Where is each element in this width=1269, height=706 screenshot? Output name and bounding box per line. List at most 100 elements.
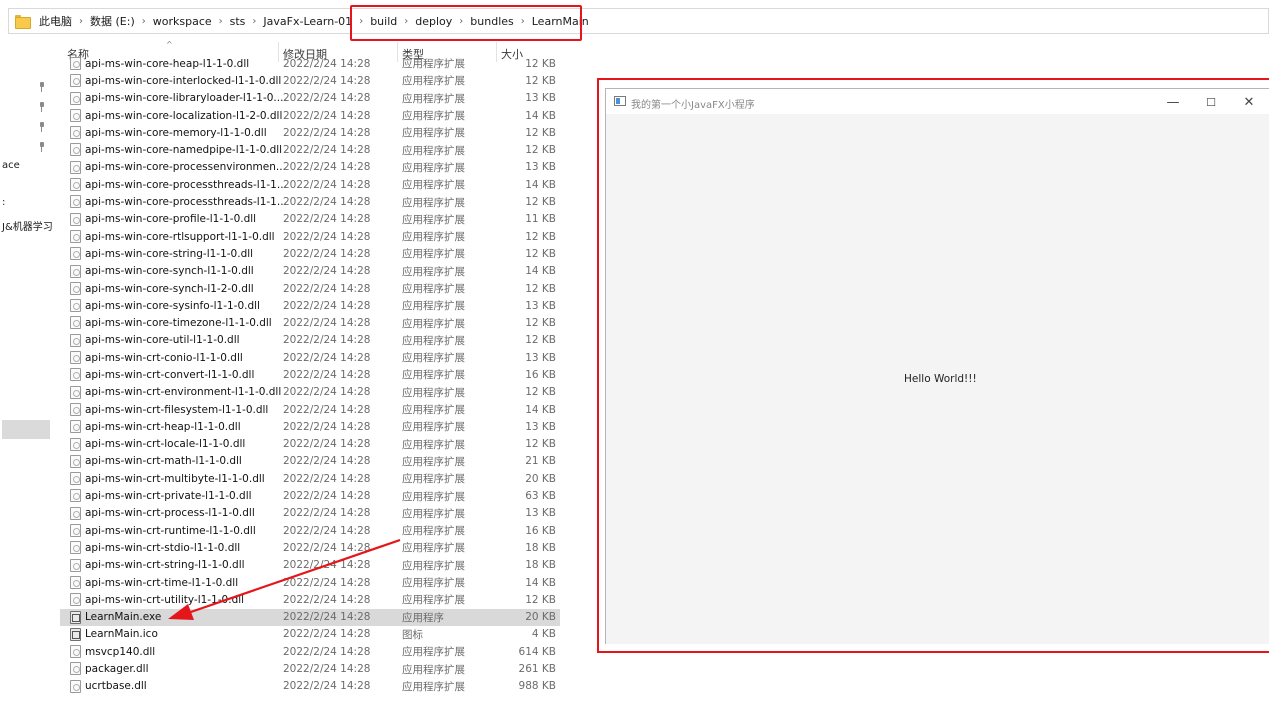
nav-item-label[interactable]: : bbox=[2, 197, 5, 208]
table-row[interactable]: api-ms-win-core-processthreads-l1-1... 20… bbox=[60, 176, 560, 193]
app-file-icon bbox=[70, 627, 81, 641]
table-row[interactable]: api-ms-win-core-namedpipe-l1-1-0.dll 2022… bbox=[60, 141, 560, 158]
file-date: 2022/2/24 14:28 bbox=[283, 161, 371, 174]
dll-file-icon bbox=[70, 472, 81, 486]
file-name: api-ms-win-core-synch-l1-1-0.dll bbox=[85, 265, 254, 278]
file-size: 16 KB bbox=[525, 524, 556, 537]
breadcrumb: 此电脑 › 数据 (E:) › workspace › sts › JavaFx-Learn-0… bbox=[39, 13, 589, 29]
table-row[interactable]: api-ms-win-crt-string-l1-1-0.dll 2022/2/2… bbox=[60, 557, 560, 574]
close-button[interactable]: ✕ bbox=[1234, 93, 1264, 111]
file-type: 应用程序扩展 bbox=[402, 490, 465, 503]
chevron-right-icon[interactable]: › bbox=[79, 16, 83, 27]
table-row[interactable]: packager.dll 2022/2/24 14:28 应用程序扩展 261 KB bbox=[60, 660, 560, 677]
file-date: 2022/2/24 14:28 bbox=[283, 472, 371, 485]
dll-file-icon bbox=[70, 178, 81, 192]
table-row[interactable]: api-ms-win-crt-runtime-l1-1-0.dll 2022/2/… bbox=[60, 522, 560, 539]
table-row[interactable]: api-ms-win-crt-heap-l1-1-0.dll 2022/2/24 … bbox=[60, 418, 560, 435]
table-row[interactable]: api-ms-win-core-util-l1-1-0.dll 2022/2/24… bbox=[60, 332, 560, 349]
table-row[interactable]: api-ms-win-core-sysinfo-l1-1-0.dll 2022/2… bbox=[60, 297, 560, 314]
chevron-right-icon[interactable]: › bbox=[219, 16, 223, 27]
file-size: 12 KB bbox=[525, 334, 556, 347]
minimize-button[interactable]: — bbox=[1158, 93, 1188, 111]
table-row[interactable]: api-ms-win-core-synch-l1-2-0.dll 2022/2/2… bbox=[60, 280, 560, 297]
table-row[interactable]: api-ms-win-core-heap-l1-1-0.dll 2022/2/24… bbox=[60, 55, 560, 72]
table-row[interactable]: api-ms-win-crt-locale-l1-1-0.dll 2022/2/2… bbox=[60, 436, 560, 453]
nav-item-label[interactable]: ace bbox=[2, 160, 20, 171]
file-name: api-ms-win-core-sysinfo-l1-1-0.dll bbox=[85, 299, 260, 312]
file-size: 14 KB bbox=[525, 403, 556, 416]
address-bar[interactable]: 此电脑 › 数据 (E:) › workspace › sts › JavaFx-Learn-0… bbox=[8, 8, 1269, 34]
chevron-right-icon[interactable]: › bbox=[359, 16, 363, 27]
file-name: api-ms-win-crt-filesystem-l1-1-0.dll bbox=[85, 403, 269, 416]
table-row[interactable]: api-ms-win-crt-utility-l1-1-0.dll 2022/2/… bbox=[60, 591, 560, 608]
table-row[interactable]: api-ms-win-core-synch-l1-1-0.dll 2022/2/2… bbox=[60, 263, 560, 280]
table-row[interactable]: api-ms-win-crt-multibyte-l1-1-0.dll 2022/… bbox=[60, 470, 560, 487]
file-date: 2022/2/24 14:28 bbox=[283, 507, 371, 520]
breadcrumb-item[interactable]: 数据 (E:) › bbox=[90, 13, 153, 29]
chevron-right-icon[interactable]: › bbox=[142, 16, 146, 27]
breadcrumb-item[interactable]: bundles › bbox=[470, 15, 531, 28]
file-date: 2022/2/24 14:28 bbox=[283, 213, 371, 226]
file-type: 应用程序扩展 bbox=[402, 196, 465, 209]
table-row[interactable]: api-ms-win-core-timezone-l1-1-0.dll 2022/… bbox=[60, 314, 560, 331]
dll-file-icon bbox=[70, 74, 81, 88]
table-row[interactable]: api-ms-win-crt-process-l1-1-0.dll 2022/2/… bbox=[60, 505, 560, 522]
file-name: api-ms-win-core-libraryloader-l1-1-0.... bbox=[85, 92, 287, 105]
table-row[interactable]: api-ms-win-core-libraryloader-l1-1-0....… bbox=[60, 90, 560, 107]
table-row[interactable]: api-ms-win-core-rtlsupport-l1-1-0.dll 202… bbox=[60, 228, 560, 245]
pin-icon[interactable] bbox=[38, 82, 46, 92]
chevron-right-icon[interactable]: › bbox=[459, 16, 463, 27]
breadcrumb-label: LearnMain bbox=[531, 14, 589, 28]
breadcrumb-item[interactable]: deploy › bbox=[415, 15, 470, 28]
table-row[interactable]: api-ms-win-crt-time-l1-1-0.dll 2022/2/24 … bbox=[60, 574, 560, 591]
file-type: 应用程序扩展 bbox=[402, 594, 465, 607]
chevron-right-icon[interactable]: › bbox=[521, 16, 525, 27]
table-row[interactable]: api-ms-win-crt-conio-l1-1-0.dll 2022/2/24… bbox=[60, 349, 560, 366]
file-type: 应用程序扩展 bbox=[402, 438, 465, 451]
pin-icon[interactable] bbox=[38, 102, 46, 112]
dll-file-icon bbox=[70, 506, 81, 520]
file-type: 应用程序扩展 bbox=[402, 352, 465, 365]
table-row[interactable]: api-ms-win-core-memory-l1-1-0.dll 2022/2/… bbox=[60, 124, 560, 141]
table-row[interactable]: api-ms-win-crt-convert-l1-1-0.dll 2022/2/… bbox=[60, 366, 560, 383]
table-row[interactable]: api-ms-win-crt-environment-l1-1-0.dll 202… bbox=[60, 384, 560, 401]
file-name: api-ms-win-core-util-l1-1-0.dll bbox=[85, 334, 240, 347]
table-row[interactable]: api-ms-win-crt-private-l1-1-0.dll 2022/2/… bbox=[60, 487, 560, 504]
breadcrumb-item[interactable]: build › bbox=[370, 15, 415, 28]
table-row[interactable]: LearnMain.ico 2022/2/24 14:28 图标 4 KB bbox=[60, 626, 560, 643]
breadcrumb-item[interactable]: LearnMain bbox=[532, 15, 589, 28]
window-titlebar[interactable]: 我的第一个小JavaFX小程序 — ☐ ✕ bbox=[606, 89, 1269, 114]
table-row[interactable]: api-ms-win-crt-filesystem-l1-1-0.dll 2022… bbox=[60, 401, 560, 418]
chevron-right-icon[interactable]: › bbox=[404, 16, 408, 27]
file-type: 应用程序扩展 bbox=[402, 334, 465, 347]
table-row[interactable]: api-ms-win-core-processthreads-l1-1... 20… bbox=[60, 193, 560, 210]
table-row[interactable]: api-ms-win-core-processenvironmen... 2022… bbox=[60, 159, 560, 176]
maximize-button[interactable]: ☐ bbox=[1196, 93, 1226, 111]
table-row[interactable]: api-ms-win-core-string-l1-1-0.dll 2022/2/… bbox=[60, 245, 560, 262]
file-name: api-ms-win-core-memory-l1-1-0.dll bbox=[85, 126, 267, 139]
breadcrumb-item[interactable]: 此电脑 › bbox=[39, 13, 90, 29]
file-size: 614 KB bbox=[518, 645, 556, 658]
file-name: LearnMain.ico bbox=[85, 628, 158, 641]
chevron-right-icon[interactable]: › bbox=[252, 16, 256, 27]
breadcrumb-item[interactable]: JavaFx-Learn-01 › bbox=[263, 15, 370, 28]
table-row[interactable]: api-ms-win-core-interlocked-l1-1-0.dll 20… bbox=[60, 72, 560, 89]
file-date: 2022/2/24 14:28 bbox=[283, 593, 371, 606]
breadcrumb-item[interactable]: sts › bbox=[230, 15, 264, 28]
table-row[interactable]: ucrtbase.dll 2022/2/24 14:28 应用程序扩展 988 KB bbox=[60, 678, 560, 695]
breadcrumb-label: deploy bbox=[415, 14, 453, 28]
nav-item-selected[interactable] bbox=[2, 420, 50, 439]
file-name: LearnMain.exe bbox=[85, 611, 162, 624]
nav-item-label[interactable]: J&机器学习 bbox=[2, 218, 52, 233]
pin-icon[interactable] bbox=[38, 142, 46, 152]
table-row[interactable]: msvcp140.dll 2022/2/24 14:28 应用程序扩展 614 KB bbox=[60, 643, 560, 660]
table-row-selected[interactable]: LearnMain.exe 2022/2/24 14:28 应用程序 20 KB bbox=[60, 608, 560, 626]
table-row[interactable]: api-ms-win-core-profile-l1-1-0.dll 2022/2… bbox=[60, 211, 560, 228]
table-row[interactable]: api-ms-win-crt-math-l1-1-0.dll 2022/2/24 … bbox=[60, 453, 560, 470]
file-type: 应用程序扩展 bbox=[402, 213, 465, 226]
table-row[interactable]: api-ms-win-core-localization-l1-2-0.dll 2… bbox=[60, 107, 560, 124]
breadcrumb-item[interactable]: workspace › bbox=[153, 15, 230, 28]
file-size: 12 KB bbox=[525, 57, 556, 70]
pin-icon[interactable] bbox=[38, 122, 46, 132]
table-row[interactable]: api-ms-win-crt-stdio-l1-1-0.dll 2022/2/24… bbox=[60, 539, 560, 556]
